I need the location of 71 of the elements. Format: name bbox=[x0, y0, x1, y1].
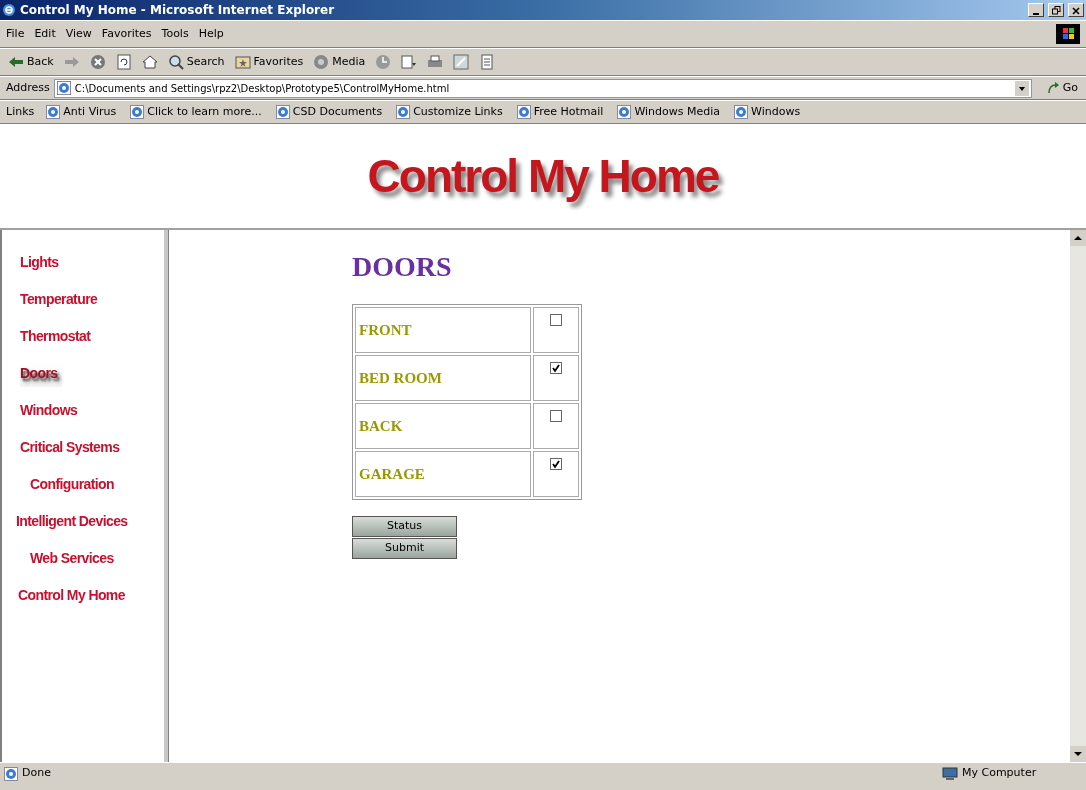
link-button[interactable]: Customize Links bbox=[394, 103, 505, 121]
nav-link[interactable]: Critical Systems bbox=[20, 437, 125, 461]
computer-icon bbox=[942, 766, 958, 781]
nav-link[interactable]: Windows bbox=[20, 400, 83, 424]
table-cell: FRONT bbox=[355, 306, 531, 353]
link-button[interactable]: Anti Virus bbox=[44, 103, 119, 121]
favorites-button[interactable]: Favorites bbox=[232, 53, 306, 71]
scrollbar[interactable] bbox=[1070, 230, 1086, 762]
close-button[interactable] bbox=[1068, 3, 1084, 17]
nav-link[interactable]: Intelligent Devices bbox=[16, 511, 133, 535]
minimize-button[interactable] bbox=[1028, 3, 1044, 17]
checkbox[interactable] bbox=[550, 457, 562, 470]
table-cell: BED ROOM bbox=[355, 354, 531, 401]
nav-link[interactable]: Configuration bbox=[30, 474, 119, 498]
nav-link[interactable]: Lights bbox=[20, 252, 64, 276]
back-button[interactable]: Back bbox=[6, 53, 56, 71]
menu-item[interactable]: Favorites bbox=[101, 25, 152, 43]
status-zone: My Computer bbox=[962, 765, 1038, 782]
refresh-icon bbox=[115, 54, 132, 70]
link-button[interactable]: Windows bbox=[732, 103, 803, 121]
nav-link[interactable]: Thermostat bbox=[20, 326, 96, 350]
links-label: Links bbox=[6, 103, 35, 120]
address-label: Address bbox=[6, 79, 50, 96]
link-button[interactable]: CSD Documents bbox=[273, 103, 385, 121]
menu-item[interactable]: File bbox=[6, 25, 25, 43]
go-arrow-icon bbox=[1045, 81, 1060, 95]
search-icon bbox=[167, 54, 184, 70]
checkbox[interactable] bbox=[550, 313, 562, 326]
site-logo-text: Control My Home bbox=[367, 148, 719, 204]
form-button[interactable]: Submit bbox=[352, 537, 457, 559]
table-cell: BACK bbox=[355, 402, 531, 449]
forward-arrow-icon bbox=[63, 54, 80, 70]
favorites-icon bbox=[234, 54, 251, 70]
window-title: Control My Home - Microsoft Internet Explorer bbox=[20, 2, 336, 19]
printer-icon bbox=[427, 54, 444, 70]
address-text: C:\Documents and Settings\rpz2\Desktop\Prototype5\ControlMyHome.html bbox=[74, 81, 450, 96]
scroll-down-icon[interactable] bbox=[1070, 746, 1086, 762]
scroll-up-icon[interactable] bbox=[1070, 230, 1086, 246]
link-button[interactable]: Windows Media bbox=[615, 103, 723, 121]
page-heading: DOORS bbox=[352, 250, 453, 284]
restore-button[interactable] bbox=[1048, 3, 1064, 17]
close-icon bbox=[1072, 6, 1080, 15]
media-icon bbox=[313, 54, 330, 70]
edit-button[interactable] bbox=[451, 54, 472, 70]
media-button[interactable]: Media bbox=[311, 53, 368, 71]
document-icon bbox=[479, 54, 496, 70]
nav-link[interactable]: Temperature bbox=[20, 289, 103, 313]
nav-link[interactable]: Control My Home bbox=[18, 585, 130, 609]
checkbox[interactable] bbox=[550, 409, 562, 422]
edit-icon bbox=[453, 54, 470, 70]
mail-icon bbox=[401, 54, 418, 70]
status-text: Done bbox=[22, 765, 52, 782]
go-button[interactable]: Go bbox=[1043, 79, 1080, 97]
menu-item[interactable]: Tools bbox=[161, 25, 189, 43]
address-field[interactable]: C:\Documents and Settings\rpz2\Desktop\Prototype5\ControlMyHome.html bbox=[53, 78, 1032, 98]
menu-item[interactable]: Edit bbox=[34, 25, 56, 43]
back-arrow-icon bbox=[8, 54, 24, 70]
form-button[interactable]: Status bbox=[352, 515, 457, 537]
history-icon bbox=[375, 54, 392, 70]
restore-icon bbox=[1051, 6, 1061, 15]
home-icon bbox=[141, 54, 158, 70]
menu-item[interactable]: Help bbox=[198, 25, 224, 43]
checkbox[interactable] bbox=[550, 361, 562, 374]
stop-icon bbox=[89, 54, 106, 70]
table-cell: GARAGE bbox=[355, 450, 531, 497]
link-button[interactable]: Click to learn more... bbox=[128, 103, 264, 121]
nav-link[interactable]: Web Services bbox=[30, 548, 119, 572]
minimize-icon bbox=[1033, 13, 1039, 15]
link-button[interactable]: Free Hotmail bbox=[514, 103, 606, 121]
search-button[interactable]: Search bbox=[165, 53, 227, 71]
menu-item[interactable]: View bbox=[65, 25, 92, 43]
